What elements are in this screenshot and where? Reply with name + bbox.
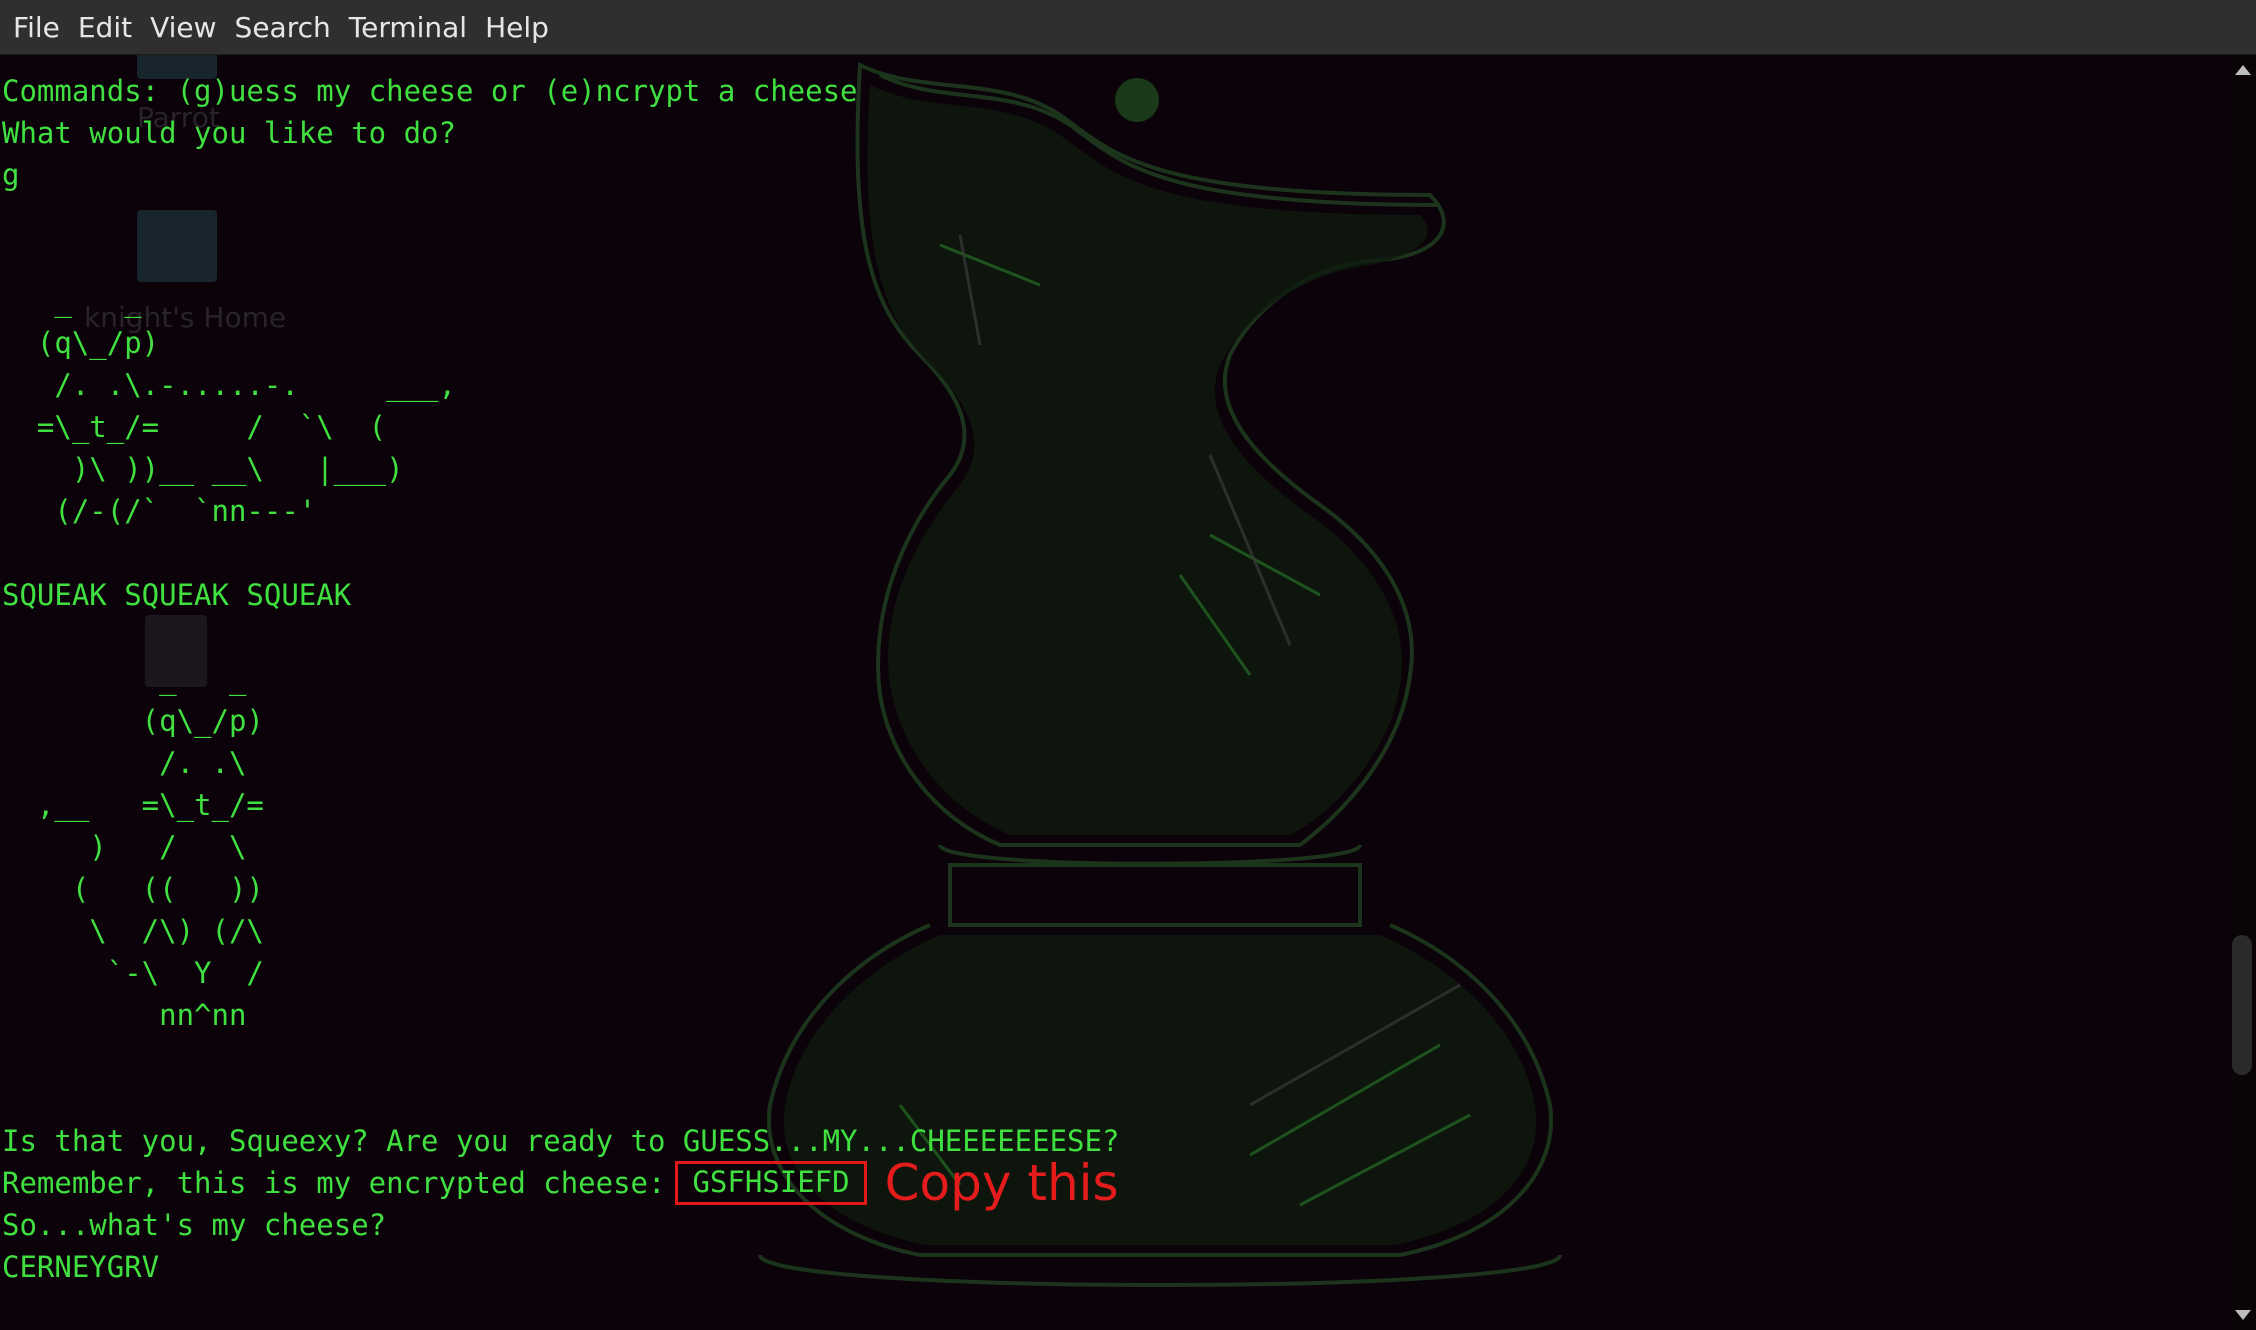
terminal-line: \ /\) (/\ (2, 914, 264, 948)
terminal-line: SQUEAK SQUEAK SQUEAK (2, 578, 352, 612)
scroll-up-arrow-icon[interactable] (2235, 65, 2251, 75)
copy-this-annotation: Copy this (884, 1154, 1119, 1212)
menu-file[interactable]: File (4, 0, 69, 55)
terminal-line: nn^nn (2, 998, 247, 1032)
terminal-line: g (2, 158, 20, 192)
terminal-line: Commands: (g)uess my cheese or (e)ncrypt… (2, 74, 858, 108)
vertical-scrollbar[interactable] (2228, 55, 2256, 1330)
menu-bar: File Edit View Search Terminal Help (0, 0, 2256, 55)
menu-edit[interactable]: Edit (69, 0, 141, 55)
terminal-line: ,__ =\_t_/= (2, 788, 264, 822)
terminal-output: Commands: (g)uess my cheese or (e)ncrypt… (2, 70, 1119, 1288)
terminal-input-line[interactable]: CERNEYGRV (2, 1246, 1119, 1288)
terminal-line: /. .\ (2, 746, 247, 780)
menu-terminal[interactable]: Terminal (340, 0, 476, 55)
terminal-line: `-\ Y / (2, 956, 264, 990)
terminal-line: =\_t_/= / `\ ( (2, 410, 387, 444)
menu-search[interactable]: Search (226, 0, 340, 55)
terminal-line: ) / \ (2, 830, 247, 864)
terminal-line: )\ ))__ __\ |___) (2, 452, 404, 486)
scroll-down-arrow-icon[interactable] (2235, 1310, 2251, 1320)
terminal-line: (q\_/p) (2, 704, 264, 738)
encrypted-cheese-prompt: Remember, this is my encrypted cheese: (2, 1166, 666, 1200)
terminal-line: (/-(/` `nn---' (2, 494, 317, 528)
terminal-line: _ _ (2, 284, 142, 318)
menu-help[interactable]: Help (476, 0, 558, 55)
encrypted-cheese-highlight[interactable]: GSFHSIEFD (675, 1161, 867, 1205)
terminal-line: /. .\.-.....-. ___, (2, 368, 456, 402)
terminal-area[interactable]: Parrot knight's Home Commands: (g)uess m… (0, 55, 2228, 1330)
encrypted-cheese-value[interactable]: GSFHSIEFD (692, 1165, 849, 1199)
terminal-line-encrypted: Remember, this is my encrypted cheese: GS… (2, 1158, 1119, 1208)
scrollbar-thumb[interactable] (2232, 935, 2252, 1075)
terminal-line: What would you like to do? (2, 116, 456, 150)
menu-view[interactable]: View (141, 0, 225, 55)
terminal-line: (q\_/p) (2, 326, 160, 360)
terminal-line: ( (( )) (2, 872, 264, 906)
terminal-line: _ _ (2, 662, 247, 696)
